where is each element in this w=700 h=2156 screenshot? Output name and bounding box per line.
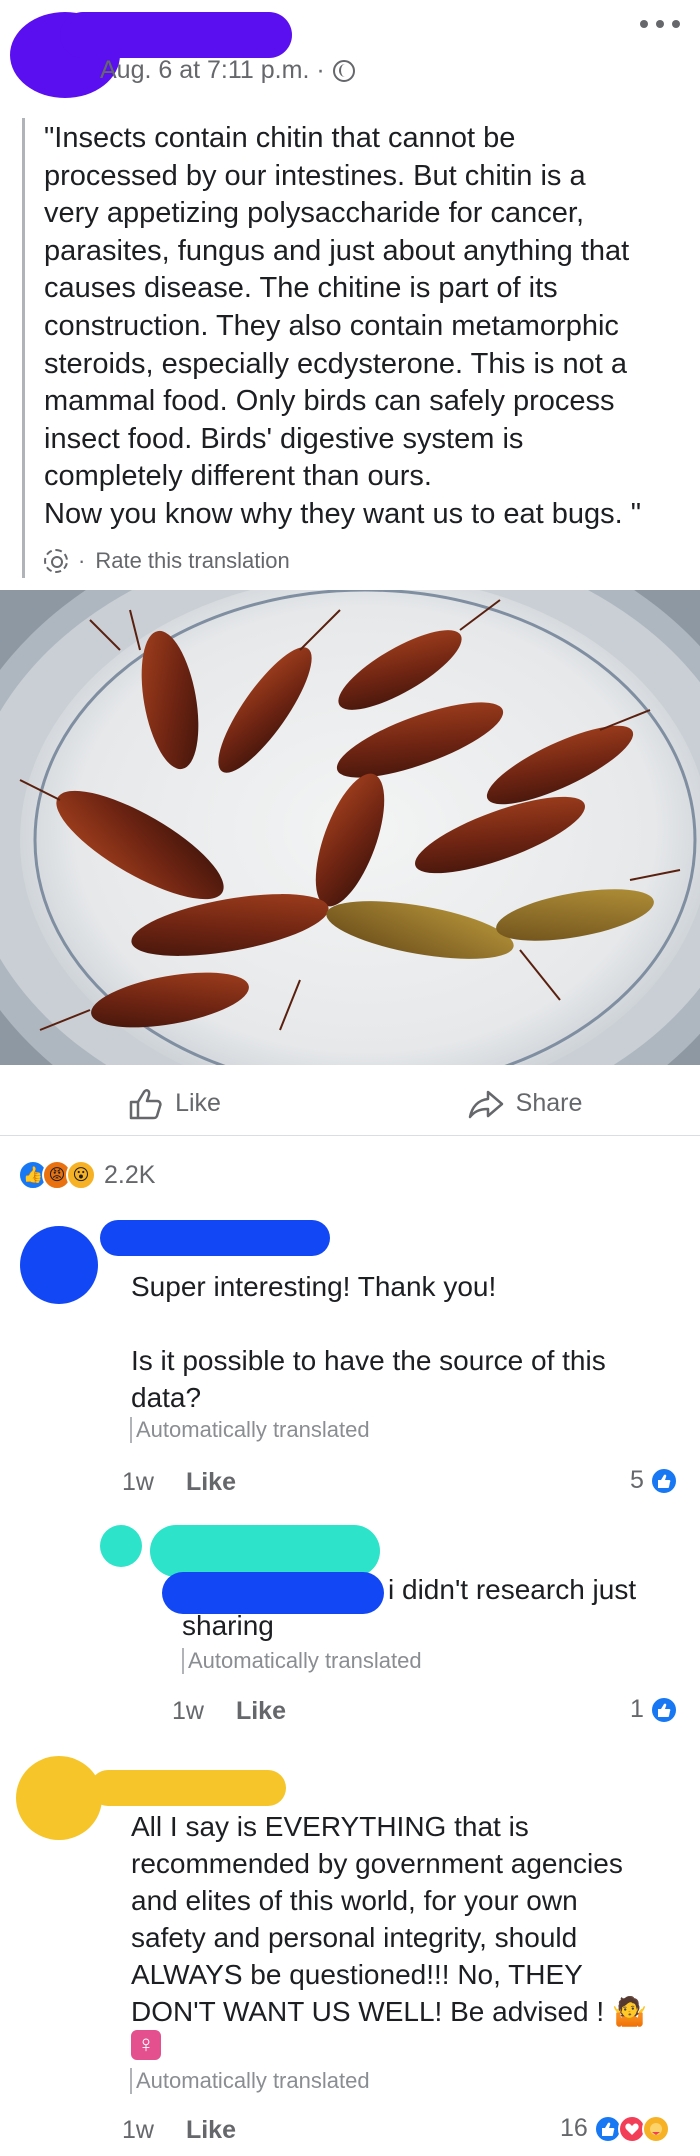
post-timestamp[interactable]: Aug. 6 at 7:11 p.m. · bbox=[100, 56, 325, 85]
quote-bar bbox=[22, 118, 25, 578]
translated-label: Automatically translated bbox=[130, 1417, 370, 1443]
like-count-value: 5 bbox=[630, 1466, 644, 1494]
like-count-value: 1 bbox=[630, 1695, 644, 1723]
like-badge-icon bbox=[649, 1466, 678, 1495]
post-photo[interactable] bbox=[0, 590, 700, 1065]
reaction-count: 2.2K bbox=[104, 1160, 156, 1189]
dot-separator: · bbox=[78, 548, 86, 573]
share-button[interactable]: Share bbox=[350, 1072, 700, 1135]
comment-like-button[interactable]: Like bbox=[186, 2116, 236, 2145]
redacted-reply-avatar bbox=[100, 1525, 142, 1567]
like-label: Like bbox=[175, 1089, 221, 1117]
comment-like-button[interactable]: Like bbox=[186, 1468, 236, 1497]
more-options-icon[interactable] bbox=[640, 14, 680, 34]
reaction-count-value: 16 bbox=[560, 2114, 588, 2142]
wow-reaction-icon: 😮 bbox=[66, 1160, 96, 1190]
globe-icon bbox=[332, 59, 355, 82]
comment-like-count[interactable]: 5 bbox=[630, 1466, 678, 1495]
female-sign-glyph: ♀ bbox=[137, 2031, 155, 2058]
care-badge-icon bbox=[641, 2114, 670, 2143]
share-arrow-icon bbox=[468, 1090, 503, 1118]
redacted-commenter-name bbox=[90, 1770, 286, 1806]
comment-time[interactable]: 1w bbox=[122, 2116, 154, 2145]
comment-meta: 1w Like bbox=[122, 1468, 236, 1497]
female-sign-icon: ♀ bbox=[131, 2030, 161, 2060]
like-button[interactable]: Like bbox=[0, 1072, 350, 1135]
share-label: Share bbox=[515, 1089, 583, 1117]
reply-like-button[interactable]: Like bbox=[236, 1697, 286, 1726]
redacted-reply-name bbox=[150, 1525, 380, 1577]
reply-text-continued: sharing bbox=[182, 1610, 274, 1641]
translated-label: Automatically translated bbox=[130, 2068, 370, 2094]
comment-reaction-count[interactable]: 16 bbox=[560, 2114, 670, 2143]
redacted-commenter-avatar bbox=[16, 1756, 102, 1840]
comment-time[interactable]: 1w bbox=[122, 1468, 154, 1497]
comment-meta: 1w Like bbox=[122, 2116, 236, 2145]
comment-text: All I say is EVERYTHING that is recommen… bbox=[131, 1811, 647, 2027]
redacted-commenter-name bbox=[100, 1220, 330, 1256]
post-meta: Aug. 6 at 7:11 p.m. · bbox=[100, 56, 355, 85]
rate-translation-row[interactable]: · Rate this translation bbox=[44, 548, 290, 574]
redacted-author-name bbox=[60, 12, 292, 58]
reply-like-count[interactable]: 1 bbox=[630, 1695, 678, 1724]
post-actions: Like Share bbox=[0, 1072, 700, 1136]
translated-label: Automatically translated bbox=[182, 1648, 422, 1674]
post-text: "Insects contain chitin that cannot be p… bbox=[44, 122, 642, 530]
redacted-commenter-avatar bbox=[20, 1226, 98, 1304]
reply-text: i didn't research just bbox=[388, 1574, 637, 1605]
gear-icon bbox=[44, 549, 68, 573]
like-badge-icon bbox=[649, 1695, 678, 1724]
comment-text: Super interesting! Thank you! Is it poss… bbox=[131, 1271, 606, 1413]
reply-meta: 1w Like bbox=[172, 1697, 286, 1726]
reactions-summary[interactable]: 👍 😡 😮 2.2K bbox=[18, 1160, 155, 1190]
thumbs-up-icon bbox=[129, 1088, 162, 1119]
grasshoppers-plate-image bbox=[0, 590, 700, 1065]
reply-time[interactable]: 1w bbox=[172, 1697, 204, 1726]
rate-translation-link[interactable]: Rate this translation bbox=[95, 548, 289, 574]
